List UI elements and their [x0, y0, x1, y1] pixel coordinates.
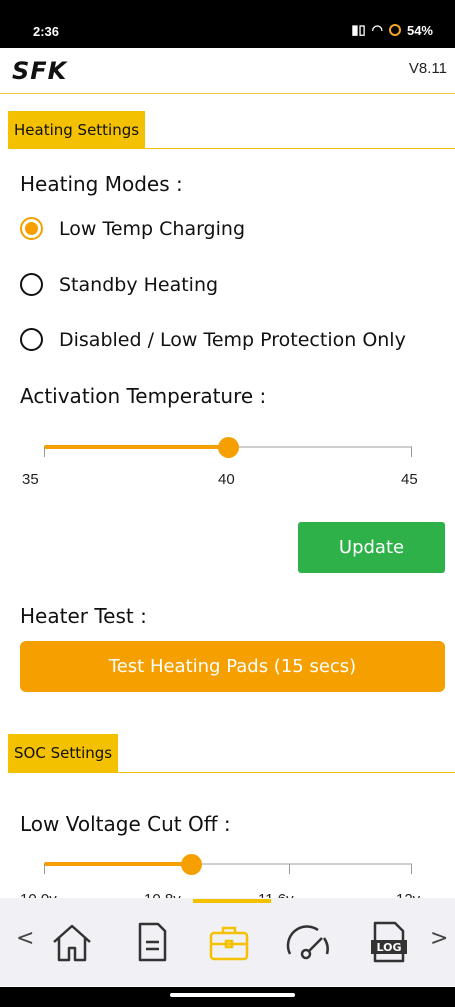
slider-tick	[44, 864, 45, 874]
slider-fill	[44, 445, 228, 449]
nav-prev-arrow[interactable]: <	[16, 926, 34, 951]
document-icon[interactable]	[128, 918, 176, 966]
mode-option-label: Standby Heating	[59, 273, 219, 296]
mode-option-label: Low Temp Charging	[59, 217, 246, 240]
slider-tick	[44, 447, 45, 457]
slider-thumb[interactable]	[181, 854, 203, 875]
home-icon[interactable]	[48, 918, 96, 966]
heating-settings-tab: Heating Settings	[8, 111, 146, 149]
app-bar-divider	[0, 93, 455, 94]
vibrate-icon: ▮▯	[351, 22, 366, 37]
heater-test-heading: Heater Test :	[20, 604, 147, 628]
battery-saver-icon	[388, 24, 401, 36]
mode-option-label: Disabled / Low Temp Protection Only	[59, 328, 406, 351]
test-heating-pads-button[interactable]: Test Heating Pads (15 secs)	[20, 641, 445, 692]
slider-max-label: 45	[401, 471, 418, 488]
heating-modes-heading: Heating Modes :	[20, 172, 183, 196]
soc-settings-tab: SOC Settings	[8, 734, 119, 772]
status-icons: ▮▯ ◠ 54%	[351, 22, 433, 38]
soc-section-divider	[8, 772, 455, 773]
battery-level: 54%	[406, 22, 433, 38]
activation-temperature-heading: Activation Temperature :	[20, 384, 267, 408]
activation-temperature-slider[interactable]	[44, 437, 412, 458]
toolbox-icon[interactable]	[205, 918, 253, 966]
heating-section-divider	[8, 148, 455, 149]
mode-option-disabled[interactable]: Disabled / Low Temp Protection Only	[20, 328, 406, 351]
slider-min-label: 35	[22, 471, 39, 488]
active-tab-indicator	[193, 899, 271, 903]
slider-tick	[411, 864, 412, 874]
slider-mid-label: 40	[218, 471, 235, 488]
mode-option-low-temp-charging[interactable]: Low Temp Charging	[20, 217, 245, 240]
nav-next-arrow[interactable]: >	[430, 926, 448, 951]
log-icon-text: LOG	[377, 941, 402, 954]
radio-button[interactable]	[20, 273, 43, 296]
bottom-navigation: < LOG >	[0, 898, 455, 986]
app-version: V8.11	[408, 60, 447, 77]
wifi-icon: ◠	[371, 22, 383, 37]
mode-option-standby-heating[interactable]: Standby Heating	[20, 273, 218, 296]
update-button[interactable]: Update	[298, 522, 445, 573]
system-navigation-bar	[0, 987, 455, 1007]
low-voltage-cutoff-heading: Low Voltage Cut Off :	[20, 812, 231, 836]
radio-button-selected[interactable]	[20, 217, 43, 240]
low-voltage-cutoff-slider[interactable]	[44, 854, 412, 875]
gauge-icon[interactable]	[284, 918, 332, 966]
app-logo: SFK	[12, 57, 68, 85]
slider-fill	[44, 862, 192, 866]
slider-tick	[411, 447, 412, 457]
log-icon[interactable]: LOG	[365, 918, 413, 966]
status-bar: 2:36 ▮▯ ◠ 54%	[0, 0, 455, 48]
gesture-home-bar[interactable]	[170, 993, 295, 997]
app-bar: SFK V8.11	[0, 48, 455, 94]
slider-tick	[289, 864, 290, 874]
slider-thumb[interactable]	[218, 437, 239, 458]
status-time: 2:36	[33, 24, 60, 39]
radio-button[interactable]	[20, 328, 43, 351]
